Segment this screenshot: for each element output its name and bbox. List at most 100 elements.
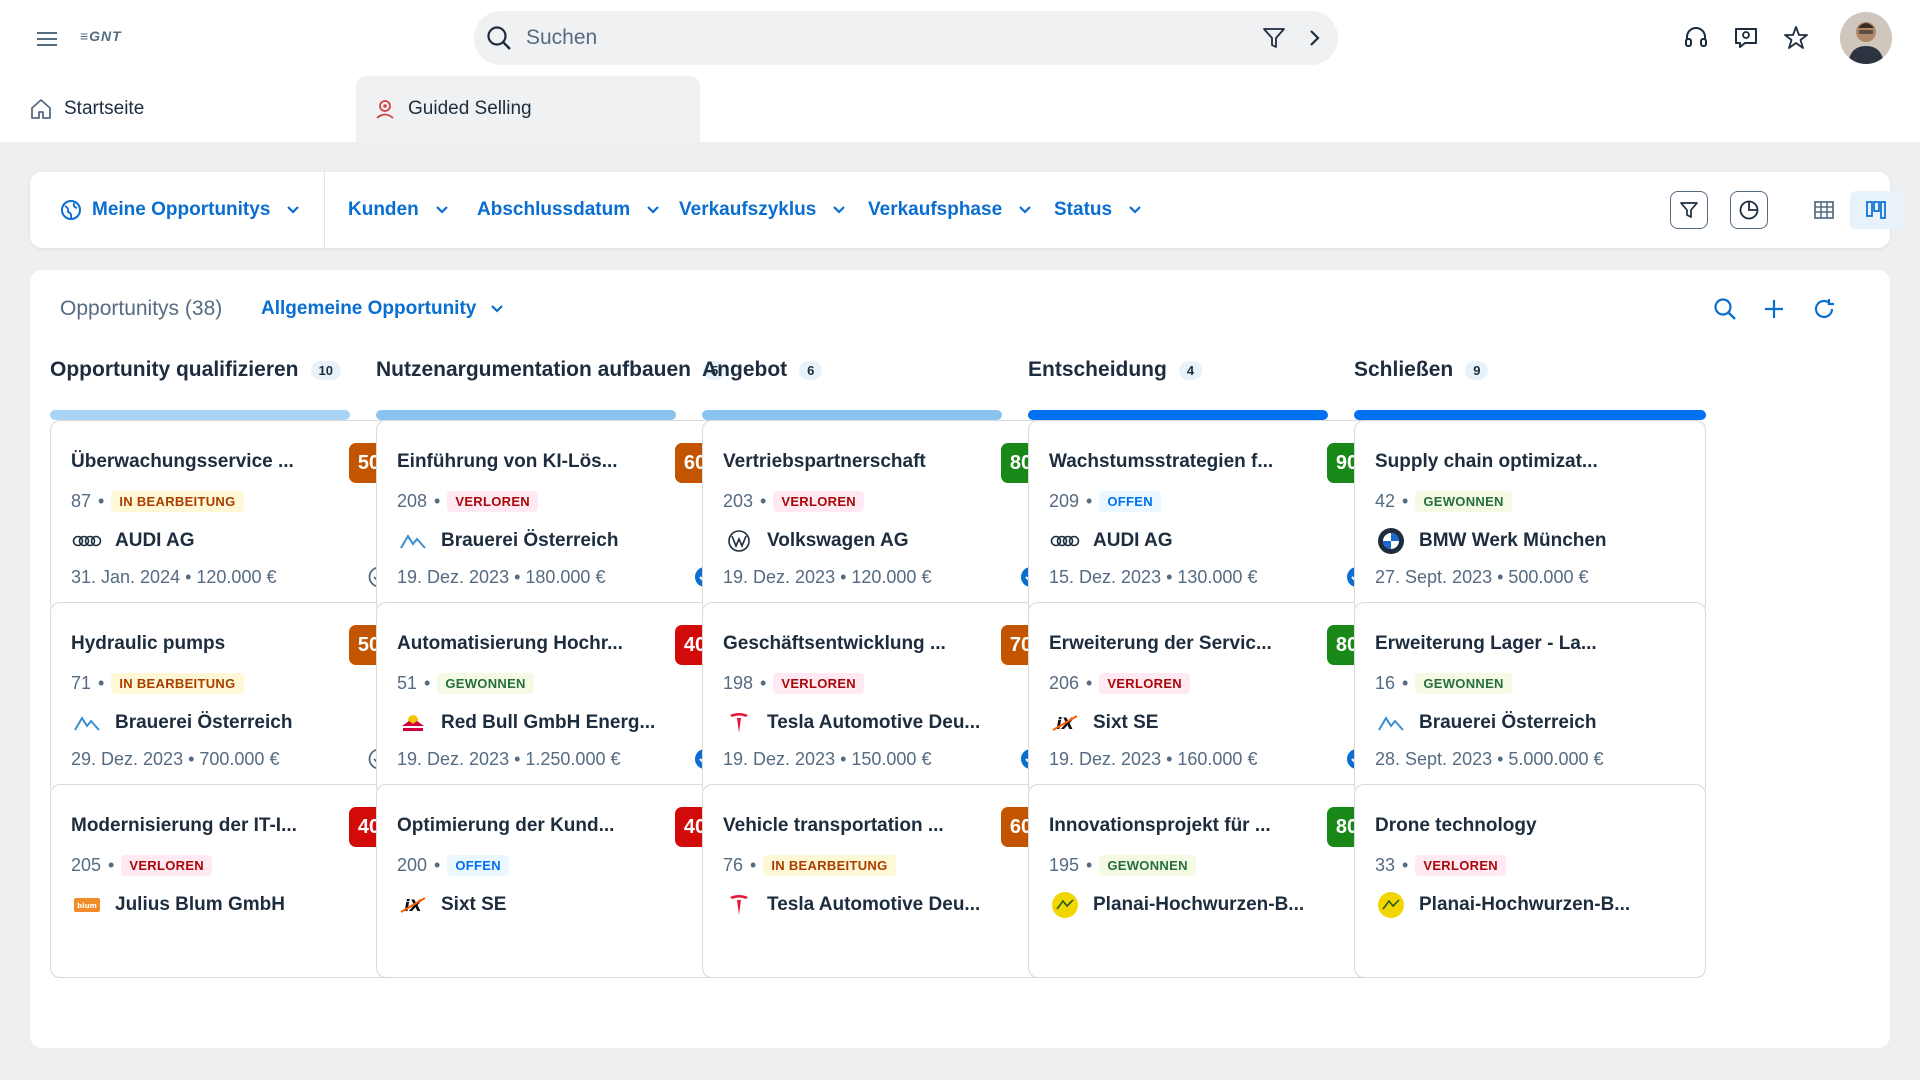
opportunity-card[interactable]: Innovationsprojekt für ... 80 195 • GEWON… <box>1028 784 1386 978</box>
table-view-button[interactable] <box>1798 191 1850 229</box>
variant-selector[interactable]: Meine Opportunitys <box>60 172 300 248</box>
audi-logo-icon <box>71 529 103 553</box>
view-variant-selector[interactable]: Allgemeine Opportunity <box>261 298 504 320</box>
audi-logo-icon <box>1049 529 1081 553</box>
opportunity-card[interactable]: Modernisierung der IT-I... 40 205 • VERLO… <box>50 784 408 978</box>
chart-toggle-button[interactable] <box>1730 191 1768 229</box>
column-count-badge: 10 <box>310 360 341 380</box>
filter-bar: Meine Opportunitys Kunden Abschlussdatum… <box>30 172 1902 248</box>
opportunity-card[interactable]: Erweiterung Lager - La... 16 • GEWONNEN B… <box>1354 602 1706 796</box>
column-header[interactable]: Entscheidung 4 <box>1028 350 1388 390</box>
card-title: Einführung von KI-Lös... <box>397 451 618 472</box>
status-badge: VERLOREN <box>121 855 212 876</box>
column-header[interactable]: Schließen 9 <box>1354 350 1714 390</box>
card-customer: Tesla Automotive Deu... <box>723 893 980 917</box>
opportunity-card[interactable]: Überwachungsservice ... 50 87 • IN BEARBE… <box>50 420 408 614</box>
filter-abschlussdatum[interactable]: Abschlussdatum <box>477 172 660 248</box>
globe-icon <box>60 199 82 221</box>
column-progress-bar <box>702 410 1002 420</box>
filter-kunden[interactable]: Kunden <box>348 172 449 248</box>
filter-verkaufszyklus[interactable]: Verkaufszyklus <box>679 172 846 248</box>
filter-status[interactable]: Status <box>1054 172 1142 248</box>
column-progress-bar <box>376 410 676 420</box>
search-field[interactable]: Suchen <box>474 11 1338 65</box>
card-title: Vertriebspartnerschaft <box>723 451 926 472</box>
card-id: 203 <box>723 491 754 511</box>
column-header[interactable]: Angebot 6 <box>702 350 1062 390</box>
opportunity-card[interactable]: Vertriebspartnerschaft 80 203 • VERLOREN … <box>702 420 1060 614</box>
planai-logo-icon <box>1375 892 1407 918</box>
opportunity-card[interactable]: Vehicle transportation ... 60 76 • IN BEA… <box>702 784 1060 978</box>
tab-startseite[interactable]: Startseite <box>0 76 356 142</box>
card-id: 195 <box>1049 855 1080 875</box>
customer-name: Planai-Hochwurzen-B... <box>1419 894 1631 915</box>
divider <box>324 172 325 248</box>
opportunity-card[interactable]: Hydraulic pumps 50 71 • IN BEARBEITUNG Br… <box>50 602 408 796</box>
filter-label: Abschlussdatum <box>477 199 631 220</box>
variant-label: Meine Opportunitys <box>92 199 271 220</box>
add-icon[interactable] <box>1757 292 1791 326</box>
opportunity-card[interactable]: Wachstumsstrategien f... 90 209 • OFFEN A… <box>1028 420 1386 614</box>
card-title: Vehicle transportation ... <box>723 815 944 836</box>
filter-icon[interactable] <box>1260 24 1288 52</box>
card-customer: AUDI AG <box>1049 529 1173 553</box>
card-id: 87 <box>71 491 92 511</box>
opportunity-card[interactable]: Einführung von KI-Lös... 60 208 • VERLORE… <box>376 420 734 614</box>
customer-name: Planai-Hochwurzen-B... <box>1093 894 1305 915</box>
card-meta: 195 • GEWONNEN <box>1049 855 1196 876</box>
opportunity-card[interactable]: Automatisierung Hochr... 40 51 • GEWONNEN… <box>376 602 734 796</box>
status-badge: VERLOREN <box>1099 673 1190 694</box>
customer-name: AUDI AG <box>115 530 195 551</box>
status-badge: IN BEARBEITUNG <box>111 673 244 694</box>
table-icon <box>1813 199 1835 221</box>
card-meta: 51 • GEWONNEN <box>397 673 534 694</box>
search-placeholder[interactable]: Suchen <box>526 26 597 50</box>
kanban-view-button[interactable] <box>1850 191 1902 229</box>
card-date-amount: 19. Dez. 2023 • 120.000 € <box>723 567 932 587</box>
search-icon[interactable] <box>1708 292 1742 326</box>
kanban-column: Entscheidung 4 Wachstumsstrategien f... … <box>1028 350 1388 978</box>
status-badge: IN BEARBEITUNG <box>763 855 896 876</box>
filter-settings-button[interactable] <box>1670 191 1708 229</box>
customer-name: Tesla Automotive Deu... <box>767 712 981 733</box>
opportunity-card[interactable]: Optimierung der Kund... 40 200• OFFEN iX… <box>376 784 734 978</box>
customer-name: Brauerei Österreich <box>441 530 619 551</box>
search-icon[interactable] <box>484 23 514 53</box>
column-count-badge: 4 <box>1178 360 1203 380</box>
chevron-down-icon <box>490 304 504 314</box>
menu-icon[interactable] <box>32 24 62 54</box>
opportunity-card[interactable]: Erweiterung der Servic... 80 206 • VERLOR… <box>1028 602 1386 796</box>
column-header[interactable]: Opportunity qualifizieren 10 <box>50 350 410 390</box>
card-id: 200 <box>397 855 428 875</box>
tab-guided-selling[interactable]: Guided Selling <box>356 76 700 142</box>
star-icon[interactable] <box>1780 22 1812 54</box>
column-count-badge: 9 <box>1465 360 1489 380</box>
card-customer: Planai-Hochwurzen-B... <box>1049 892 1305 918</box>
card-id: 209 <box>1049 491 1080 511</box>
card-customer: AUDI AG <box>71 529 195 553</box>
refresh-icon[interactable] <box>1807 292 1841 326</box>
card-meta: 206 • VERLOREN <box>1049 673 1190 694</box>
column-title: Angebot <box>702 358 788 381</box>
company-logo[interactable]: ≡GNT <box>80 28 122 44</box>
status-badge: GEWONNEN <box>1415 673 1512 694</box>
customer-name: Sixt SE <box>1093 712 1159 733</box>
customer-name: AUDI AG <box>1093 530 1173 551</box>
card-meta: 209 • OFFEN <box>1049 491 1161 512</box>
opportunity-card[interactable]: Drone technology 33 • VERLOREN Planai-Hoc… <box>1354 784 1706 978</box>
customer-name: Tesla Automotive Deu... <box>767 894 981 915</box>
status-badge: GEWONNEN <box>1099 855 1196 876</box>
filter-label: Verkaufsphase <box>868 199 1003 220</box>
card-meta: 33 • VERLOREN <box>1375 855 1506 876</box>
feedback-icon[interactable] <box>1730 22 1762 54</box>
card-id: 33 <box>1375 855 1396 875</box>
column-header[interactable]: Nutzenargumentation aufbauen 5 <box>376 350 736 390</box>
chevron-right-icon[interactable] <box>1300 24 1328 52</box>
opportunity-card[interactable]: Geschäftsentwicklung ... 70 198 • VERLORE… <box>702 602 1060 796</box>
column-title: Opportunity qualifizieren <box>50 358 299 381</box>
filter-verkaufsphase[interactable]: Verkaufsphase <box>868 172 1032 248</box>
headset-icon[interactable] <box>1680 22 1712 54</box>
card-meta: 71 • IN BEARBEITUNG <box>71 673 244 694</box>
avatar[interactable] <box>1840 12 1892 64</box>
opportunity-card[interactable]: Supply chain optimizat... 42 • GEWONNEN B… <box>1354 420 1706 614</box>
